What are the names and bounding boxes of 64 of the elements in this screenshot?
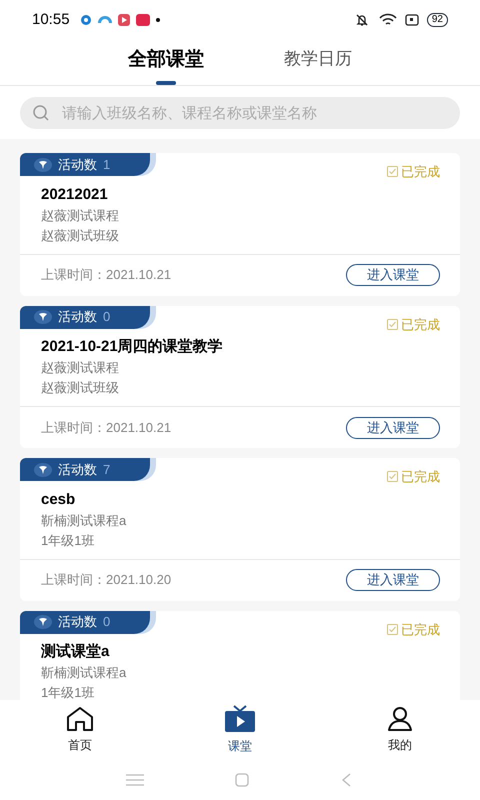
tab-indicator [156, 80, 176, 84]
class-name: 1年级1班 [41, 684, 96, 700]
activity-count: 1 [103, 156, 110, 174]
menu-icon[interactable] [126, 774, 144, 786]
nav-tab[interactable]: 课堂 [160, 700, 320, 760]
class-time: 上课时间：2021.10.21 [41, 418, 172, 437]
activity-label: 活动数 [58, 308, 97, 326]
nav-tab[interactable]: 首页 [0, 700, 160, 760]
enter-class-button[interactable]: 进入课堂 [346, 569, 440, 591]
search-icon [32, 104, 50, 122]
checkbox-icon [387, 624, 398, 635]
search-field[interactable]: 请输入班级名称、课程名称或课堂名称 [20, 97, 460, 129]
course-name: 靳楠测试课程a [41, 512, 128, 530]
course-name: 赵薇测试课程 [41, 206, 120, 224]
class-name: 赵薇测试班级 [41, 226, 120, 244]
activity-count: 0 [103, 308, 110, 326]
class-time: 上课时间：2021.10.21 [41, 266, 172, 284]
status-label: 已完成 [401, 620, 440, 638]
checkbox-icon [387, 166, 398, 178]
class-name: 赵薇测试班级 [41, 379, 120, 397]
screen-icon [404, 14, 419, 26]
nav-tab[interactable]: 我的 [320, 700, 480, 760]
tab[interactable]: 教学日历 [284, 46, 352, 72]
person-icon [387, 706, 413, 732]
app-icon [136, 14, 150, 26]
class-card[interactable]: 活动数 0 已完成 测试课堂a 靳楠测试课程a 1年级1班 [20, 610, 460, 700]
wifi-icon [378, 13, 397, 27]
arc-app-icon [98, 16, 112, 24]
class-title: 20212021 [41, 184, 109, 204]
home-square-icon[interactable] [234, 773, 249, 787]
flag-icon [34, 310, 52, 324]
flag-icon [34, 462, 52, 476]
home-icon [65, 706, 95, 732]
notification-dot-icon [156, 18, 160, 22]
checkbox-icon [387, 318, 398, 330]
activity-label: 活动数 [58, 156, 97, 174]
enter-class-button[interactable]: 进入课堂 [346, 264, 440, 286]
class-title: cesb [41, 490, 76, 510]
enter-class-button[interactable]: 进入课堂 [346, 416, 440, 438]
class-name: 1年级1班 [41, 532, 96, 550]
class-card[interactable]: 活动数 0 已完成 2021-10-21周四的课堂教学 赵薇测试课程 赵薇测试班级 上课时间：2021.10.21 进入课堂 [20, 306, 460, 448]
activity-count: 0 [103, 613, 110, 632]
activity-label: 活动数 [58, 613, 97, 632]
activity-count: 7 [103, 460, 110, 479]
course-name: 靳楠测试课程a [41, 664, 128, 682]
tab[interactable]: 全部课堂 [128, 46, 204, 74]
flag-icon [34, 615, 52, 629]
checkbox-icon [387, 471, 398, 482]
status-label: 已完成 [401, 316, 440, 334]
tv-play-icon [224, 705, 256, 733]
flag-icon [34, 158, 52, 172]
class-title: 2021-10-21周四的课堂教学 [41, 337, 224, 357]
status-label: 已完成 [401, 468, 440, 486]
class-time: 上课时间：2021.10.20 [41, 571, 172, 590]
play-app-icon [118, 14, 130, 26]
status-label: 已完成 [401, 163, 440, 181]
activity-label: 活动数 [58, 460, 97, 479]
class-card[interactable]: 活动数 1 已完成 20212021 赵薇测试课程 赵薇测试班级 上课时间：2021.10.21 进入课堂 [20, 153, 460, 296]
class-title: 测试课堂a [41, 642, 110, 662]
eye-app-icon [80, 14, 92, 26]
status-time: 10:55 [32, 10, 70, 30]
class-card[interactable]: 活动数 7 已完成 cesb 靳楠测试课程a 1年级1班 上课时间：2021.10.20 进入课堂 [20, 458, 460, 600]
battery-level: 92 [426, 13, 448, 27]
course-name: 赵薇测试课程 [41, 359, 120, 377]
